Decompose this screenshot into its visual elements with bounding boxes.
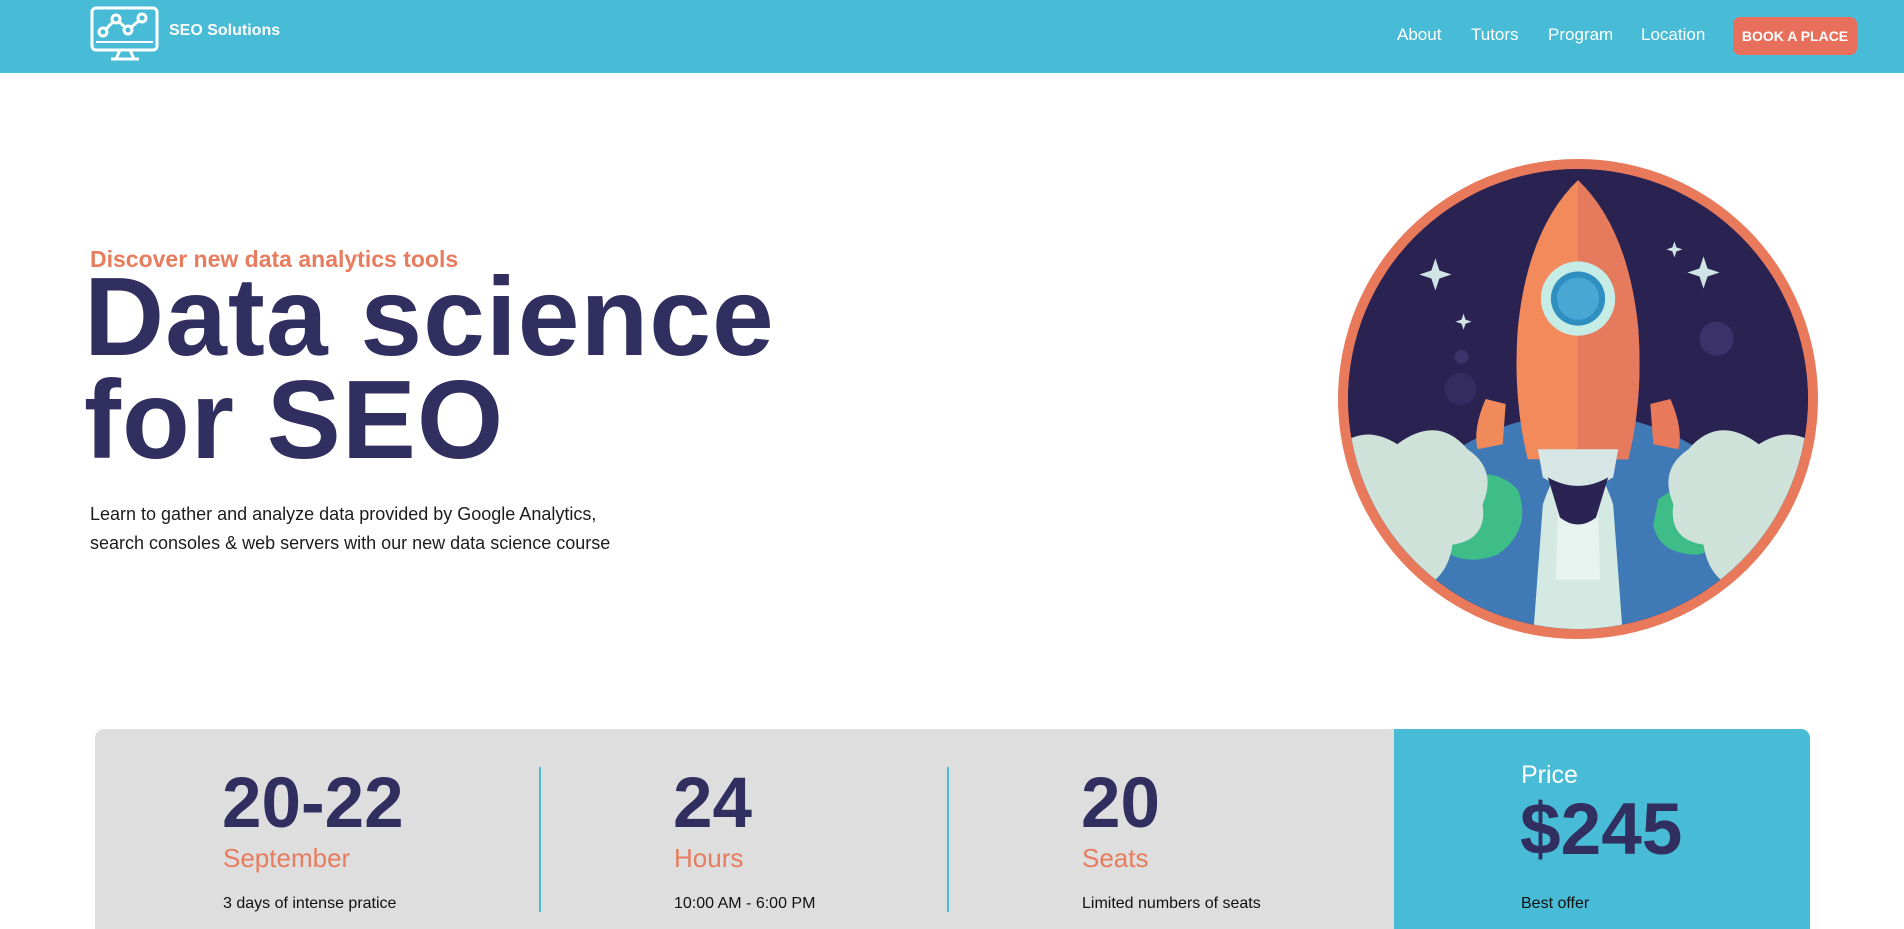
stat-hours-description: 10:00 AM - 6:00 PM bbox=[674, 895, 816, 912]
hero-description-line-2: search consoles & web servers with our n… bbox=[90, 533, 611, 553]
stat-seats-number: 20 bbox=[1081, 764, 1160, 843]
nav-about[interactable]: About bbox=[1397, 25, 1441, 45]
stats-divider bbox=[947, 767, 949, 912]
stat-dates-description: 3 days of intense pratice bbox=[223, 895, 397, 912]
nav-location[interactable]: Location bbox=[1641, 25, 1705, 45]
hero-title-line-1: Data science bbox=[84, 255, 775, 379]
stat-dates-number: 20-22 bbox=[222, 764, 404, 843]
stat-seats-description: Limited numbers of seats bbox=[1082, 895, 1261, 912]
nav-tutors[interactable]: Tutors bbox=[1471, 25, 1519, 45]
stat-seats-label: Seats bbox=[1082, 843, 1149, 873]
rocket-launch-icon bbox=[1338, 159, 1818, 639]
stat-dates-label: September bbox=[223, 843, 351, 873]
hero-description-line-1: Learn to gather and analyze data provide… bbox=[90, 504, 597, 524]
top-navigation-bar: SEO Solutions About Tutors Program Locat… bbox=[0, 0, 1904, 73]
book-a-place-button[interactable]: BOOK A PLACE bbox=[1733, 17, 1857, 55]
hero-title-line-2: for SEO bbox=[84, 358, 505, 482]
price-value: $245 bbox=[1520, 789, 1683, 870]
nav-program[interactable]: Program bbox=[1548, 25, 1613, 45]
price-description: Best offer bbox=[1521, 895, 1590, 912]
price-label: Price bbox=[1521, 761, 1578, 789]
monitor-chart-icon[interactable] bbox=[90, 6, 160, 62]
hero-title: Data science for SEO bbox=[84, 255, 775, 482]
stat-hours-label: Hours bbox=[674, 843, 744, 873]
hero-description: Learn to gather and analyze data provide… bbox=[90, 500, 650, 558]
stat-hours-number: 24 bbox=[673, 764, 752, 843]
brand-name[interactable]: SEO Solutions bbox=[169, 22, 280, 40]
stats-divider bbox=[539, 767, 541, 912]
